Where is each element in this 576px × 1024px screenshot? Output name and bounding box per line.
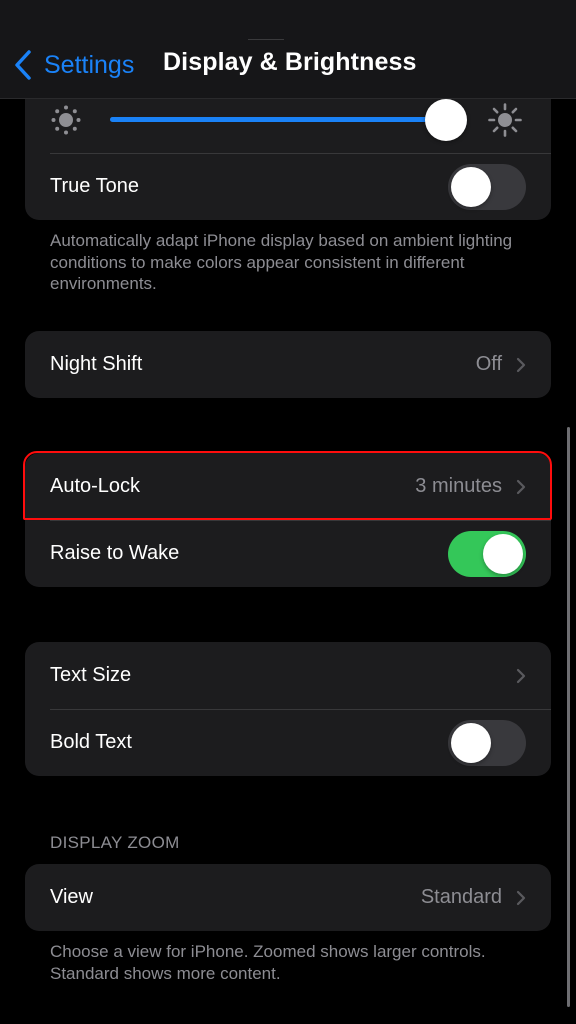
- true-tone-label: True Tone: [50, 175, 139, 197]
- display-zoom-header: DISPLAY ZOOM: [50, 833, 180, 852]
- page-title: Display & Brightness: [163, 48, 417, 76]
- raise-to-wake-label: Raise to Wake: [50, 542, 180, 564]
- chevron-right-icon: [516, 668, 526, 684]
- bold-text-label: Bold Text: [50, 731, 132, 753]
- toggle-knob: [483, 533, 523, 574]
- chevron-right-icon: [516, 357, 526, 373]
- chevron-right-icon: [516, 890, 526, 906]
- text-size-label: Text Size: [50, 664, 132, 686]
- chevron-left-icon: [12, 49, 34, 81]
- sheet-grabber: [248, 39, 284, 40]
- brightness-slider-thumb[interactable]: [425, 99, 467, 141]
- true-tone-row: True Tone: [25, 153, 551, 220]
- view-value: Standard: [420, 886, 502, 908]
- night-shift-value: Off: [475, 353, 502, 375]
- raise-to-wake-toggle[interactable]: [448, 530, 526, 577]
- navigation-bar: Settings Display & Brightness: [0, 0, 576, 99]
- display-zoom-footnote: Choose a view for iPhone. Zoomed shows l…: [50, 942, 486, 983]
- scrollbar[interactable]: [567, 427, 570, 1007]
- brightness-slider[interactable]: [110, 99, 467, 141]
- true-tone-footnote: Automatically adapt iPhone display based…: [50, 231, 513, 293]
- view-label: View: [50, 886, 93, 908]
- chevron-right-icon: [516, 479, 526, 495]
- lock-group: Auto-Lock 3 minutes Raise to Wake: [25, 453, 551, 587]
- night-shift-group: Night Shift Off: [25, 331, 551, 398]
- sun-min-icon: [50, 104, 82, 136]
- night-shift-row[interactable]: Night Shift Off: [25, 331, 551, 398]
- brightness-slider-fill: [110, 117, 446, 122]
- auto-lock-label: Auto-Lock: [50, 475, 141, 497]
- night-shift-label: Night Shift: [50, 353, 143, 375]
- view-row[interactable]: View Standard: [25, 864, 551, 931]
- back-label: Settings: [44, 50, 135, 79]
- bold-text-toggle[interactable]: [448, 719, 526, 766]
- true-tone-toggle[interactable]: [448, 163, 526, 210]
- auto-lock-value: 3 minutes: [415, 475, 502, 497]
- raise-to-wake-row: Raise to Wake: [25, 520, 551, 587]
- toggle-knob: [451, 722, 491, 763]
- display-zoom-group: View Standard: [25, 864, 551, 931]
- brightness-slider-row: [25, 98, 551, 141]
- text-size-row[interactable]: Text Size: [25, 642, 551, 709]
- sun-max-icon: [487, 102, 523, 138]
- bold-text-row: Bold Text: [25, 709, 551, 776]
- toggle-knob: [451, 166, 491, 207]
- auto-lock-row[interactable]: Auto-Lock 3 minutes: [25, 453, 551, 520]
- text-group: Text Size Bold Text: [25, 642, 551, 776]
- back-button[interactable]: Settings: [12, 46, 134, 84]
